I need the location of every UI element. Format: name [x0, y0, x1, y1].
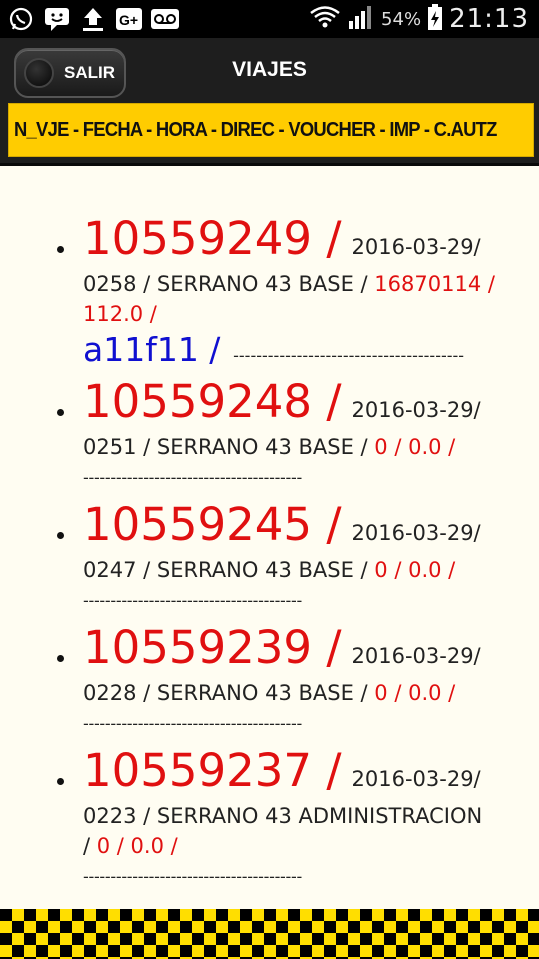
- trip-date: 2016-03-29/: [351, 644, 481, 668]
- signal-icon: [347, 3, 375, 35]
- whatsapp-icon: [6, 4, 36, 34]
- status-bar: G+ 54% 21:13: [0, 0, 539, 38]
- trip-date: 2016-03-29/: [351, 767, 481, 791]
- trip-date: 2016-03-29/: [351, 398, 481, 422]
- trip-voucher: 16870114 /: [374, 272, 495, 296]
- trip-date: 2016-03-29/: [351, 521, 481, 545]
- trip-detail: 0258 / SERRANO 43 BASE /: [83, 272, 368, 296]
- page-title: VIAJES: [232, 58, 307, 81]
- trip-list[interactable]: 10559249 / 2016-03-29/ 0258 / SERRANO 43 …: [0, 166, 539, 910]
- trip-id: 10559245 /: [83, 498, 342, 551]
- trip-voucher-amount: 0 / 0.0 /: [374, 681, 456, 705]
- trip-auth-code: a11f11 /: [83, 330, 221, 369]
- google-plus-icon: G+: [114, 4, 144, 34]
- trip-id: 10559237 /: [83, 744, 342, 797]
- svg-text:G+: G+: [119, 12, 138, 28]
- trip-detail: 0228 / SERRANO 43 BASE /: [83, 681, 368, 705]
- battery-percent: 54%: [381, 8, 422, 30]
- chat-icon: [42, 4, 72, 34]
- battery-charging-icon: [427, 3, 443, 35]
- trip-date: 2016-03-29/: [351, 235, 481, 259]
- notification-icons: G+: [6, 4, 180, 34]
- separator: ----------------------------------------: [83, 591, 302, 610]
- bullet: [57, 409, 64, 416]
- bullet: [57, 778, 64, 785]
- trip-detail-cont: /: [83, 834, 91, 858]
- bullet: [57, 532, 64, 539]
- trip-voucher-amount: 0 / 0.0 /: [96, 834, 178, 858]
- trip-id: 10559239 /: [83, 621, 342, 674]
- separator: ----------------------------------------: [233, 346, 465, 365]
- trip-amount: 112.0 /: [83, 302, 157, 326]
- trip-id: 10559248 /: [83, 375, 342, 428]
- bullet: [57, 655, 64, 662]
- upload-icon: [78, 4, 108, 34]
- separator: ----------------------------------------: [83, 867, 302, 886]
- trip-detail: 0247 / SERRANO 43 BASE /: [83, 558, 368, 582]
- bullet: [57, 246, 64, 253]
- voicemail-icon: [150, 4, 180, 34]
- taxi-checker-footer: [0, 909, 539, 959]
- trip-voucher-amount: 0 / 0.0 /: [374, 558, 456, 582]
- trip-id: 10559249 /: [83, 212, 342, 265]
- clock: 21:13: [449, 4, 529, 34]
- system-indicators: 54% 21:13: [309, 0, 529, 38]
- separator: ----------------------------------------: [83, 468, 302, 487]
- wifi-icon: [309, 4, 341, 34]
- column-legend-text: N_VJE - FECHA - HORA - DIREC - VOUCHER -…: [14, 118, 497, 141]
- separator: ----------------------------------------: [83, 714, 302, 733]
- app-header: SALIR VIAJES N_VJE - FECHA - HORA - DIRE…: [0, 38, 539, 166]
- trip-detail: 0251 / SERRANO 43 BASE /: [83, 435, 368, 459]
- trip-detail: 0223 / SERRANO 43 ADMINISTRACION: [83, 804, 483, 828]
- column-legend-bar: N_VJE - FECHA - HORA - DIREC - VOUCHER -…: [8, 103, 534, 157]
- trip-voucher-amount: 0 / 0.0 /: [374, 435, 456, 459]
